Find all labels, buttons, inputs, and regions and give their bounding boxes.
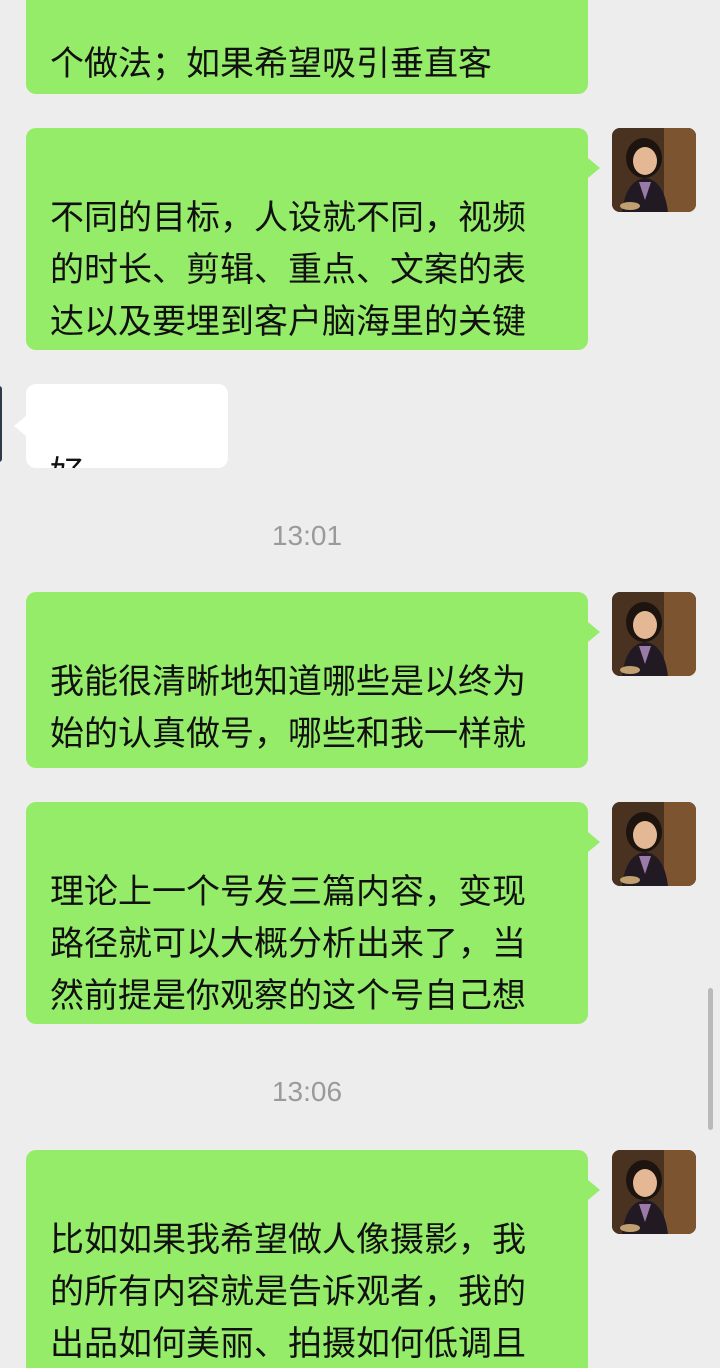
message-text: 不同的目标，人设就不同，视频 的时长、剪辑、重点、文案的表 达以及要埋到客户脑海… — [50, 198, 526, 342]
message-bubble-received[interactable]: 好难！！！！ — [26, 384, 228, 468]
timestamp: 13:01 — [0, 520, 614, 552]
timestamp-text: 13:01 — [271, 520, 343, 551]
message-text: 我能很清晰地知道哪些是以终为 始的认真做号，哪些和我一样就 是个啥也没想好的混混… — [50, 662, 526, 768]
sender-avatar[interactable] — [612, 592, 696, 676]
bubble-tail — [588, 832, 600, 852]
bubble-tail — [14, 416, 26, 436]
message-text: 比如如果我希望做人像摄影，我 的所有内容就是告诉观者，我的 出品如何美丽、拍摄如… — [50, 1220, 526, 1364]
timestamp-text: 13:06 — [271, 1076, 343, 1107]
avatar-woman-photo-icon — [612, 1150, 696, 1234]
message-text: 好难！！！！ — [50, 454, 220, 468]
avatar-woman-photo-icon — [612, 128, 696, 212]
message-text: 个做法；如果希望吸引垂直客 户，是另一个做法。 — [50, 44, 492, 84]
message-bubble-sent[interactable]: 比如如果我希望做人像摄影，我 的所有内容就是告诉观者，我的 出品如何美丽、拍摄如… — [26, 1150, 588, 1368]
chat-message-list[interactable]: 个做法；如果希望吸引垂直客 户，是另一个做法。 不同的目标，人设就不同，视频 的… — [0, 0, 720, 1368]
bubble-tail — [588, 1180, 600, 1200]
avatar-woman-photo-icon — [612, 592, 696, 676]
avatar-woman-photo-icon — [612, 802, 696, 886]
message-bubble-sent[interactable]: 理论上一个号发三篇内容，变现 路径就可以大概分析出来了，当 然前提是你观察的这个… — [26, 802, 588, 1024]
sender-avatar[interactable] — [612, 802, 696, 886]
sender-avatar[interactable] — [612, 128, 696, 212]
message-text: 理论上一个号发三篇内容，变现 路径就可以大概分析出来了，当 然前提是你观察的这个… — [50, 872, 526, 1016]
timestamp: 13:06 — [0, 1076, 614, 1108]
bubble-tail — [588, 158, 600, 178]
message-bubble-sent[interactable]: 个做法；如果希望吸引垂直客 户，是另一个做法。 — [26, 0, 588, 94]
sender-avatar[interactable] — [612, 1150, 696, 1234]
receiver-avatar-edge[interactable] — [0, 386, 2, 462]
bubble-tail — [588, 622, 600, 642]
message-bubble-sent[interactable]: 我能很清晰地知道哪些是以终为 始的认真做号，哪些和我一样就 是个啥也没想好的混混… — [26, 592, 588, 768]
message-bubble-sent[interactable]: 不同的目标，人设就不同，视频 的时长、剪辑、重点、文案的表 达以及要埋到客户脑海… — [26, 128, 588, 350]
scrollbar-thumb[interactable] — [708, 988, 713, 1130]
